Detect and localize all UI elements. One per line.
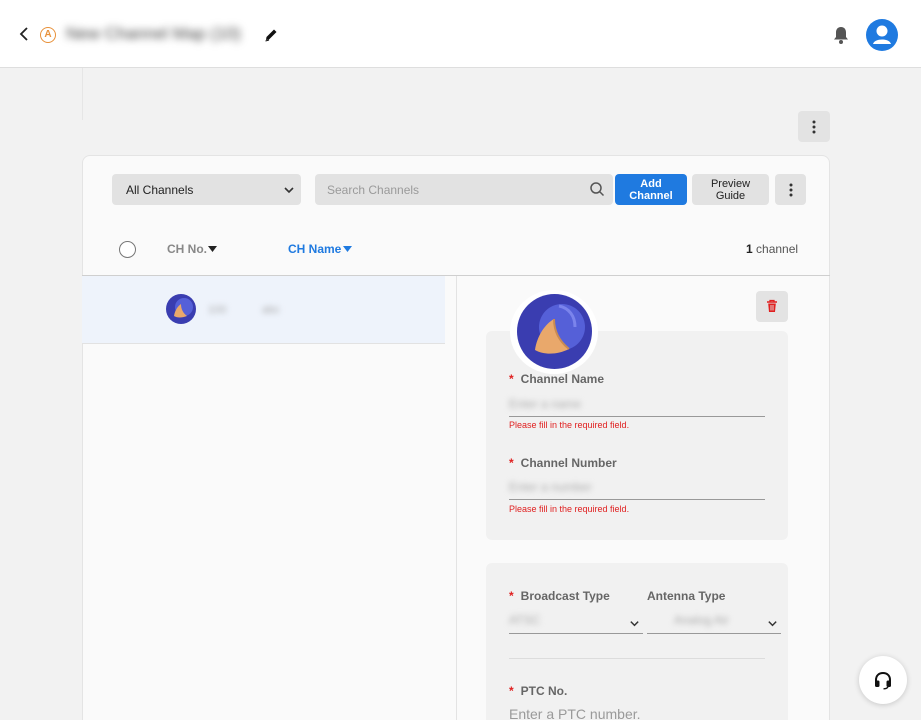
channel-filter-select[interactable]: All Channels xyxy=(112,174,301,205)
user-icon xyxy=(873,25,891,44)
more-vertical-icon xyxy=(812,120,816,133)
support-button[interactable] xyxy=(859,656,907,704)
section-divider xyxy=(509,658,765,659)
channel-name-error: Please fill in the required field. xyxy=(509,420,630,430)
channel-filter-value: All Channels xyxy=(126,183,194,197)
row-channel-number: 100 xyxy=(208,304,227,316)
upper-panel xyxy=(82,68,830,120)
pencil-icon[interactable] xyxy=(263,27,279,43)
preview-guide-button[interactable]: Preview Guide xyxy=(692,174,769,205)
trash-icon xyxy=(767,299,777,312)
more-vertical-icon xyxy=(789,183,792,196)
ptc-label: * PTC No. xyxy=(509,684,568,698)
antenna-type-select[interactable]: Analog Air xyxy=(674,613,729,627)
select-all-radio[interactable] xyxy=(119,241,136,258)
antenna-type-label: Antenna Type xyxy=(647,589,726,603)
add-channel-button[interactable]: Add Channel xyxy=(615,174,687,205)
channel-logo-upload[interactable] xyxy=(517,294,592,369)
antenna-type-underline xyxy=(647,633,781,634)
channel-count: 1 channel xyxy=(746,242,798,256)
search-icon[interactable] xyxy=(589,181,605,197)
column-header-ch-no[interactable]: CH No. xyxy=(167,242,207,256)
channel-name-input[interactable]: Enter a name xyxy=(509,397,581,411)
channel-logo-icon xyxy=(535,304,585,354)
notification-bell-icon[interactable] xyxy=(832,25,850,45)
channel-logo-icon xyxy=(166,294,196,324)
ptc-number-input[interactable] xyxy=(509,704,765,720)
broadcast-type-underline xyxy=(509,633,643,634)
chevron-down-icon[interactable] xyxy=(767,618,778,629)
broadcast-type-select[interactable]: ATSC xyxy=(509,613,540,627)
channel-name-underline xyxy=(509,416,765,417)
delete-channel-button[interactable] xyxy=(756,291,788,322)
channel-count-suffix: channel xyxy=(756,242,799,256)
top-bar: A New Channel Map (10) xyxy=(0,0,921,68)
channel-number-input[interactable]: Enter a number xyxy=(509,480,592,494)
channel-number-label: * Channel Number xyxy=(509,456,617,470)
map-badge-icon: A xyxy=(40,27,56,43)
back-arrow-icon[interactable] xyxy=(16,26,32,42)
channel-list: 100 abc xyxy=(82,276,445,720)
channel-number-label-text: Channel Number xyxy=(520,456,617,470)
page-title: New Channel Map (10) xyxy=(66,24,241,43)
broadcast-type-label-text: Broadcast Type xyxy=(520,589,610,603)
sort-down-icon[interactable] xyxy=(343,246,352,252)
ptc-label-text: PTC No. xyxy=(520,684,568,698)
table-row[interactable]: 100 abc xyxy=(82,276,445,344)
list-more-button[interactable] xyxy=(775,174,806,205)
channel-name-label-text: Channel Name xyxy=(520,372,605,386)
channel-number-underline xyxy=(509,499,765,500)
column-header-ch-name[interactable]: CH Name xyxy=(288,242,341,256)
headset-icon xyxy=(875,671,891,690)
channel-name-label: * Channel Name xyxy=(509,372,605,386)
panel-divider xyxy=(456,276,457,720)
row-channel-name: abc xyxy=(262,304,280,316)
chevron-down-icon xyxy=(284,187,294,194)
user-avatar[interactable] xyxy=(866,19,898,51)
chevron-down-icon[interactable] xyxy=(629,618,640,629)
sort-down-icon[interactable] xyxy=(208,246,217,252)
page-more-button[interactable] xyxy=(798,111,830,142)
broadcast-type-label: * Broadcast Type xyxy=(509,589,610,603)
search-channels-input[interactable] xyxy=(315,174,613,205)
channel-number-error: Please fill in the required field. xyxy=(509,504,630,514)
channel-count-number: 1 xyxy=(746,242,753,256)
